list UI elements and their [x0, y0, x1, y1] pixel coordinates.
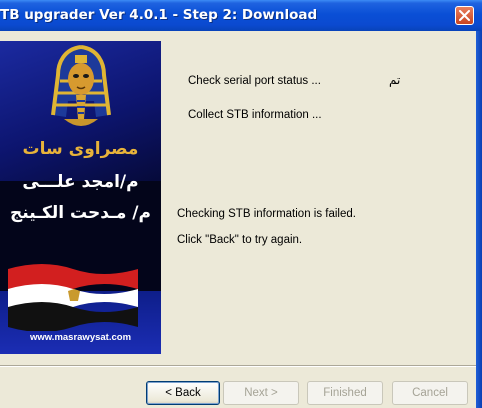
step-serial-port-status: Check serial port status ... — [188, 75, 321, 87]
banner-text-line3: م/ مـدحت الكـينج — [10, 203, 151, 223]
finished-button[interactable]: Finished — [307, 381, 383, 405]
cancel-button[interactable]: Cancel — [392, 381, 468, 405]
back-button[interactable]: < Back — [146, 381, 220, 405]
title-bar[interactable]: TB upgrader Ver 4.0.1 - Step 2: Download — [0, 0, 482, 31]
banner-image: مصراوى سات م/امجد علـــى م/ مـدحت الكـين… — [0, 41, 161, 354]
hint-message: Click "Back" to try again. — [177, 234, 303, 246]
step-collect-stb-info: Collect STB information ... — [188, 109, 322, 121]
pharaoh-mask-icon — [51, 45, 111, 126]
egypt-flag-icon — [8, 264, 138, 331]
close-button[interactable] — [455, 6, 474, 25]
step-serial-port-result: تم — [389, 73, 401, 87]
close-icon — [459, 10, 470, 21]
window-title: TB upgrader Ver 4.0.1 - Step 2: Download — [0, 7, 318, 23]
banner-text-line2: م/امجد علـــى — [22, 172, 139, 192]
banner-website: www.masrawysat.com — [29, 332, 132, 343]
error-message: Checking STB information is failed. — [177, 208, 356, 220]
window-border — [476, 31, 482, 408]
next-button[interactable]: Next > — [223, 381, 299, 405]
banner-text-line1: مصراوى سات — [22, 139, 139, 159]
footer-separator — [0, 365, 476, 367]
